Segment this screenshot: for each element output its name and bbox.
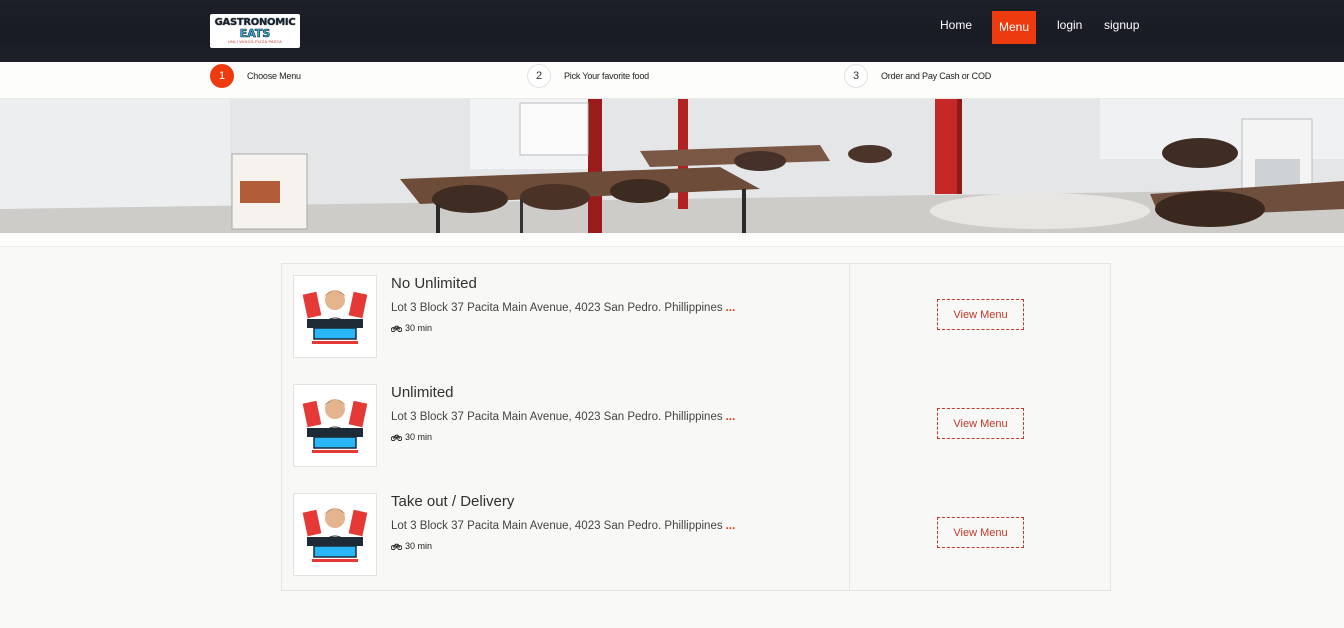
nav-menu-link[interactable]: Menu — [992, 11, 1037, 44]
delivery-time: 30 min — [391, 323, 432, 333]
address-text: Lot 3 Block 37 Pacita Main Avenue, 4023 … — [391, 302, 723, 314]
restaurant-list: No Unlimited Lot 3 Block 37 Pacita Main … — [281, 263, 1111, 591]
restaurant-logo-image[interactable] — [293, 275, 377, 358]
view-menu-button[interactable]: View Menu — [937, 517, 1024, 548]
logo-tagline: UNLI WINGS PIZZA PASTA — [227, 39, 283, 44]
step-choose-menu: 1 Choose Menu — [210, 64, 301, 88]
logo-text-line2: EATS — [239, 27, 271, 40]
banner-spacer — [0, 233, 1344, 247]
mascot-logo-icon — [302, 507, 368, 562]
step-number: 1 — [210, 64, 234, 88]
bicycle-icon — [391, 325, 402, 332]
step-label: Choose Menu — [247, 71, 301, 81]
restaurant-item: Take out / Delivery Lot 3 Block 37 Pacit… — [282, 482, 1110, 591]
restaurant-address: Lot 3 Block 37 Pacita Main Avenue, 4023 … — [391, 411, 735, 423]
step-order-pay: 3 Order and Pay Cash or COD — [844, 64, 991, 88]
restaurant-title[interactable]: Unlimited — [391, 384, 454, 401]
restaurant-address: Lot 3 Block 37 Pacita Main Avenue, 4023 … — [391, 520, 735, 532]
nav-login-link[interactable]: login — [1057, 11, 1082, 44]
view-menu-button[interactable]: View Menu — [937, 299, 1024, 330]
restaurant-banner-image — [0, 99, 1344, 233]
step-label: Pick Your favorite food — [564, 71, 649, 81]
step-number: 3 — [844, 64, 868, 88]
address-more-link[interactable]: ... — [726, 302, 736, 314]
nav-signup-link[interactable]: signup — [1104, 11, 1139, 44]
address-more-link[interactable]: ... — [726, 520, 736, 532]
address-more-link[interactable]: ... — [726, 411, 736, 423]
delivery-time-text: 30 min — [405, 541, 433, 551]
step-pick-food: 2 Pick Your favorite food — [527, 64, 649, 88]
restaurant-title[interactable]: No Unlimited — [391, 275, 477, 292]
nav-home-link[interactable]: Home — [940, 11, 972, 44]
delivery-time-text: 30 min — [405, 432, 433, 442]
order-steps-bar: 1 Choose Menu 2 Pick Your favorite food … — [0, 62, 1344, 99]
top-navbar: GASTRONOMIC EATS UNLI WINGS PIZZA PASTA … — [0, 0, 1344, 62]
bicycle-icon — [391, 543, 402, 550]
restaurant-logo-image[interactable] — [293, 384, 377, 467]
delivery-time: 30 min — [391, 541, 432, 551]
mascot-logo-icon — [302, 289, 368, 344]
brand-logo[interactable]: GASTRONOMIC EATS UNLI WINGS PIZZA PASTA — [210, 14, 300, 48]
restaurant-item: No Unlimited Lot 3 Block 37 Pacita Main … — [282, 264, 1110, 373]
delivery-time: 30 min — [391, 432, 432, 442]
bicycle-icon — [391, 434, 402, 441]
restaurant-title[interactable]: Take out / Delivery — [391, 493, 514, 510]
restaurant-address: Lot 3 Block 37 Pacita Main Avenue, 4023 … — [391, 302, 735, 314]
banner-illustration — [0, 99, 1344, 233]
step-label: Order and Pay Cash or COD — [881, 71, 992, 81]
address-text: Lot 3 Block 37 Pacita Main Avenue, 4023 … — [391, 411, 723, 423]
mascot-logo-icon — [302, 398, 368, 453]
delivery-time-text: 30 min — [405, 323, 433, 333]
step-number: 2 — [527, 64, 551, 88]
restaurant-item: Unlimited Lot 3 Block 37 Pacita Main Ave… — [282, 373, 1110, 482]
address-text: Lot 3 Block 37 Pacita Main Avenue, 4023 … — [391, 520, 723, 532]
restaurant-logo-image[interactable] — [293, 493, 377, 576]
view-menu-button[interactable]: View Menu — [937, 408, 1024, 439]
